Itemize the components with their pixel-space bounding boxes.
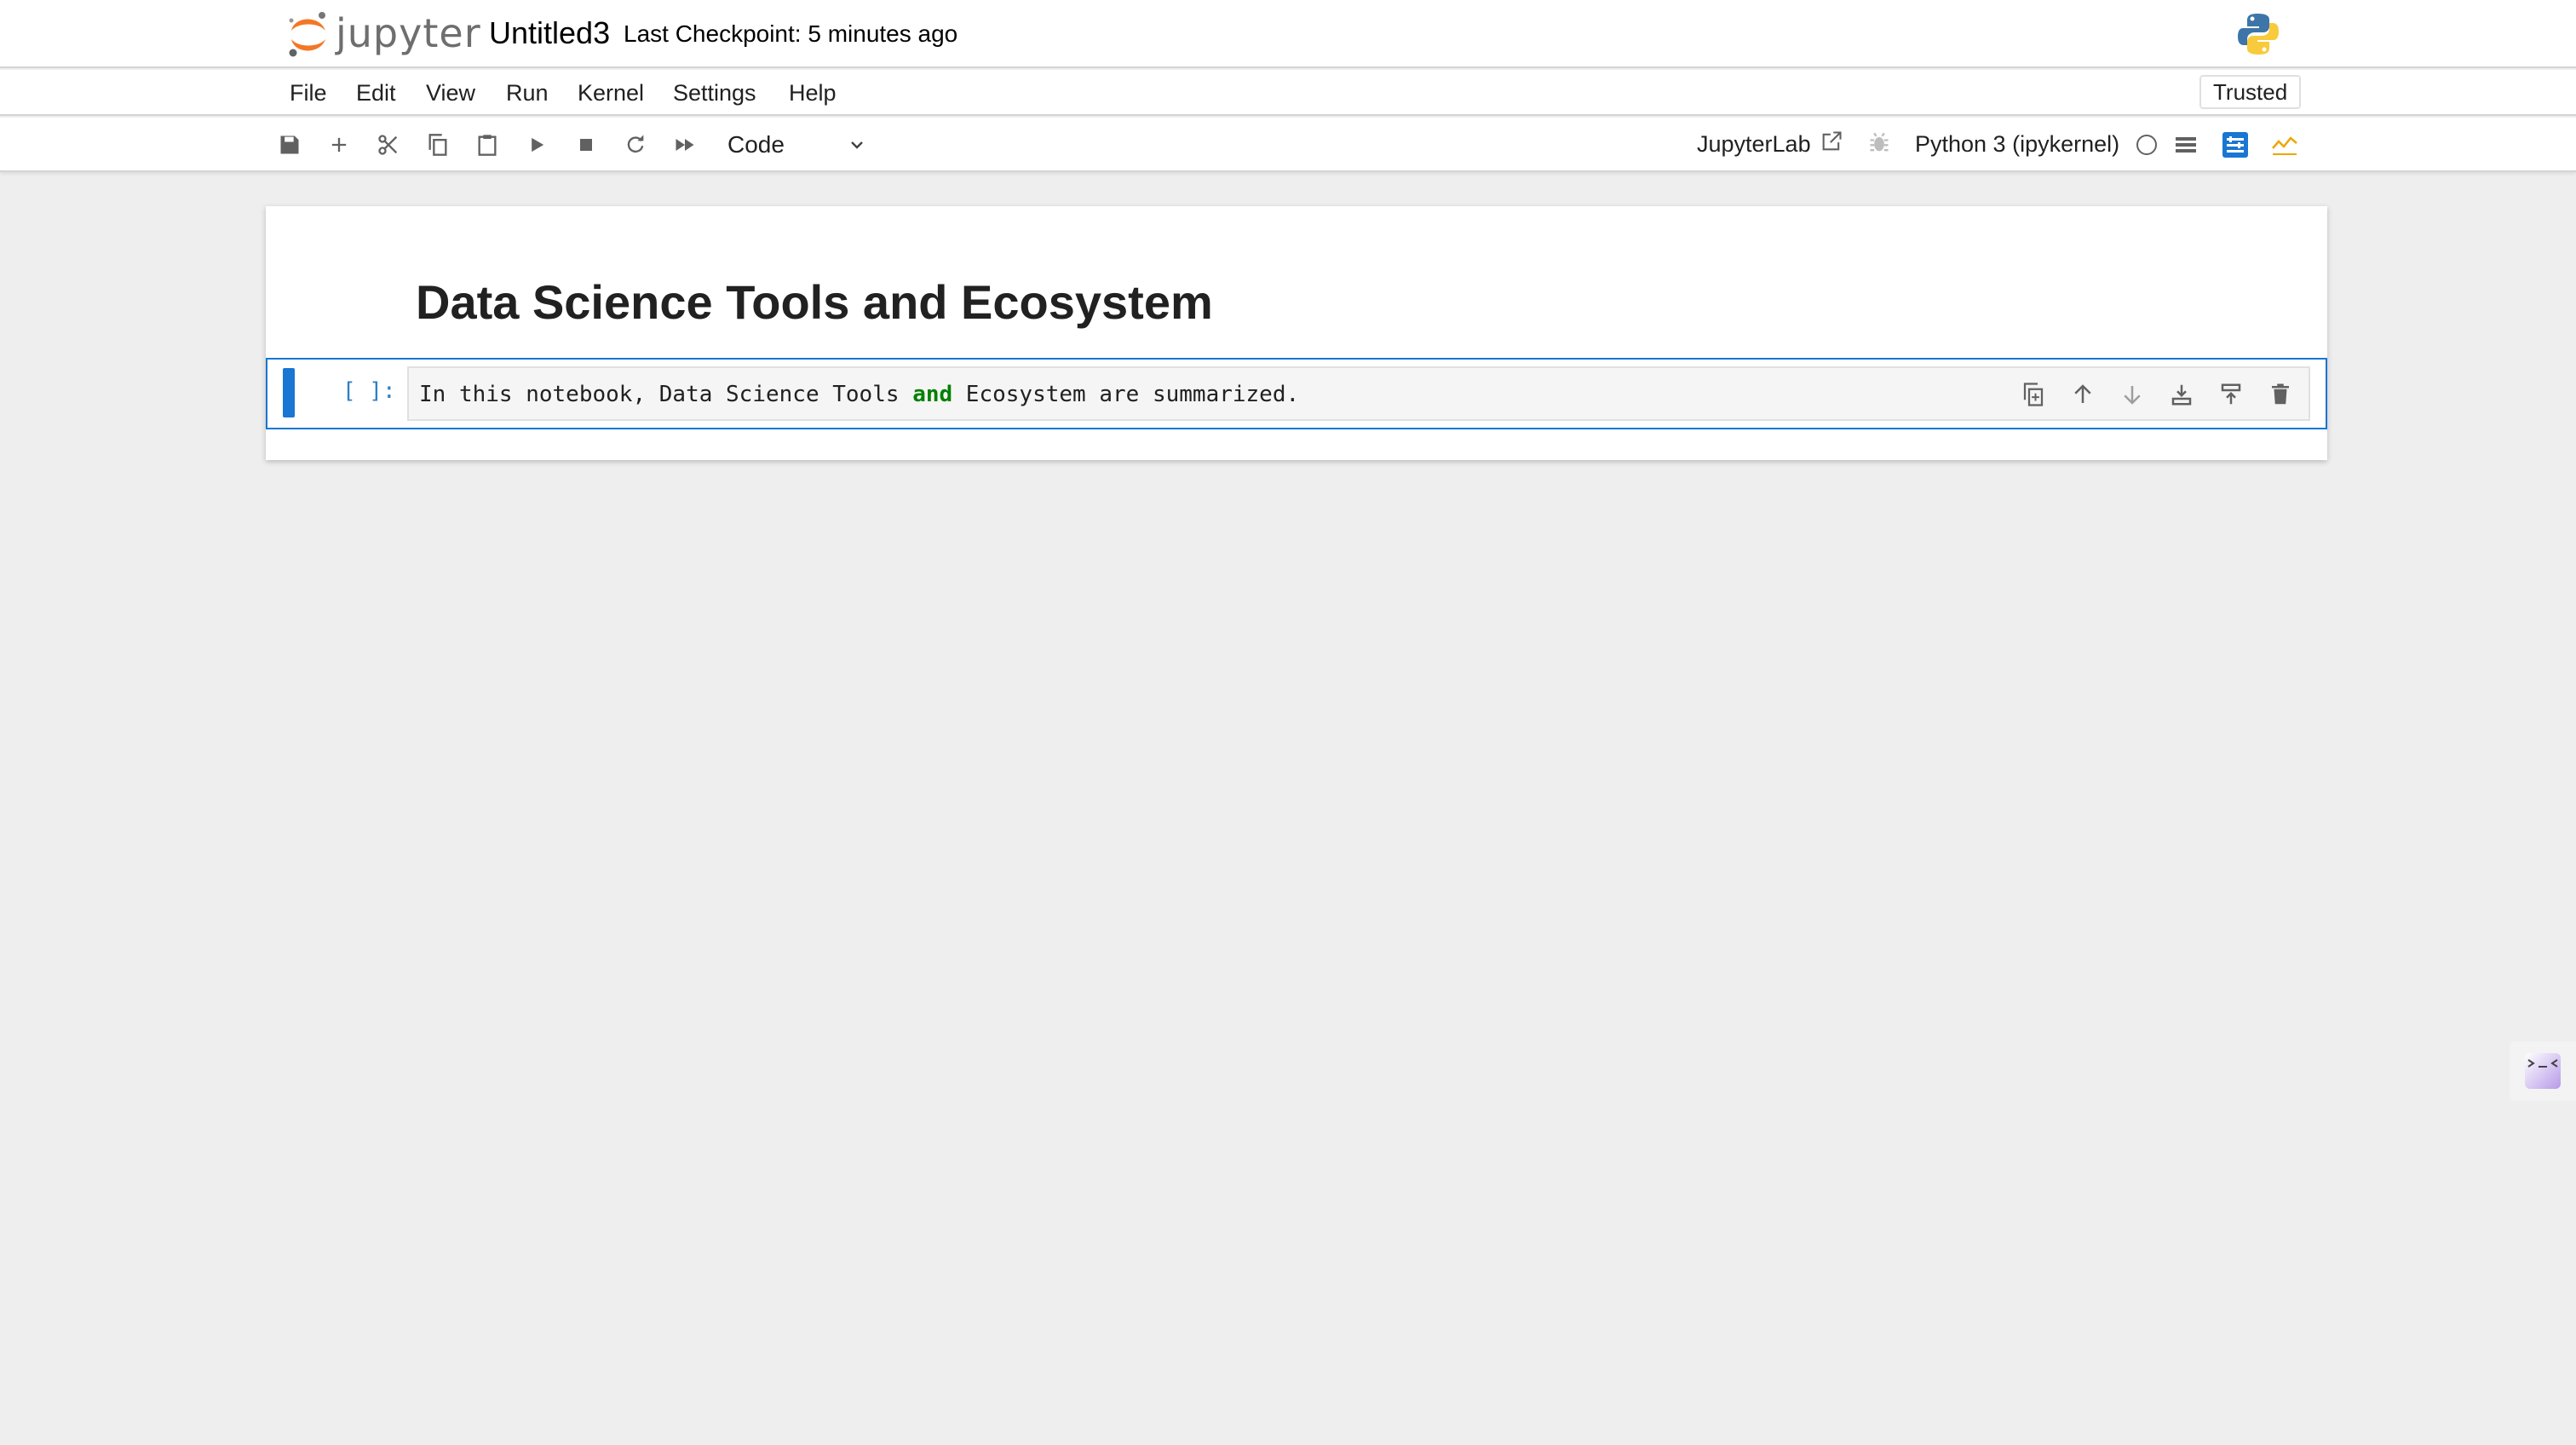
cut-icon [378,135,398,155]
metrics-button[interactable] [2269,130,2300,160]
menu-file[interactable]: File [290,80,327,107]
run-button[interactable] [521,130,552,160]
restart-button[interactable] [620,130,651,160]
duplicate-cell-button[interactable] [2021,382,2051,412]
list-icon [2176,137,2196,153]
move-down-icon [2124,386,2141,405]
right-side-tab[interactable] [2510,1041,2576,1101]
insert-below-button[interactable] [2169,382,2199,412]
paste-button[interactable] [472,130,503,160]
save-button[interactable] [274,130,305,160]
menu-settings[interactable]: Settings [673,80,756,107]
code-keyword: and [912,382,953,407]
property-inspector-icon [2222,132,2248,158]
kernel-name[interactable]: Python 3 (ipykernel) [1915,131,2119,158]
toc-button[interactable] [2171,130,2201,160]
jupyter-logo[interactable]: jupyter [286,9,480,60]
move-up-button[interactable] [2070,382,2101,412]
menu-help[interactable]: Help [789,80,837,107]
python-logo-icon [2238,14,2279,55]
open-jupyterlab-link[interactable]: JupyterLab [1697,131,1811,158]
cell-collapser[interactable] [283,368,295,417]
run-icon [532,137,544,153]
top-header: jupyter Untitled3 Last Checkpoint: 5 min… [0,0,2576,68]
notebook-title[interactable]: Untitled3 [489,15,610,51]
markdown-heading[interactable]: Data Science Tools and Ecosystem [416,274,1213,330]
menu-edit[interactable]: Edit [356,80,396,107]
cell-type-label: Code [727,131,785,158]
external-link-icon [1822,131,1842,151]
insert-above-button[interactable] [2218,382,2249,412]
cell-prompt: [ ]: [342,378,396,404]
move-down-button[interactable] [2119,382,2150,412]
activity-chart-icon [2272,136,2297,155]
menu-view[interactable]: View [426,80,475,107]
jupyter-logo-icon [289,12,325,57]
restart-icon [627,135,644,153]
code-text-after: Ecosystem are summarized. [952,382,1300,407]
interrupt-button[interactable] [571,130,601,160]
move-up-icon [2074,384,2091,403]
debugger-bug-icon[interactable] [1867,131,1891,155]
menu-bar: File Edit View Run Kernel Settings Help … [0,70,2576,116]
cut-button[interactable] [373,130,404,160]
insert-above-icon [2221,383,2241,405]
notebook-panel: Data Science Tools and Ecosystem [ ]: In… [266,206,2327,460]
code-line: In this notebook, Data Science Tools and… [419,382,1299,407]
duplicate-icon [2023,383,2044,406]
add-icon [331,137,347,153]
chat-assistant-icon [2525,1053,2561,1089]
delete-icon [2272,383,2289,405]
property-inspector-button[interactable] [2220,130,2251,160]
code-text-before: In this notebook, Data Science Tools [419,382,913,407]
code-cell[interactable]: [ ]: In this notebook, Data Science Tool… [266,358,2327,429]
restart-run-all-button[interactable] [670,130,700,160]
cell-type-select[interactable]: Code [722,128,867,162]
delete-cell-button[interactable] [2268,382,2298,412]
trusted-button[interactable]: Trusted [2199,75,2302,109]
code-editor[interactable]: In this notebook, Data Science Tools and… [407,366,2310,421]
menu-run[interactable]: Run [506,80,549,107]
logo-text: jupyter [336,10,481,56]
notebook-toolbar: Code JupyterLab Python 3 (ipykernel) [0,118,2576,172]
kernel-status-icon [2136,135,2157,155]
paste-icon [478,135,497,156]
save-icon [280,135,299,154]
copy-button[interactable] [423,130,453,160]
fast-forward-icon [676,139,694,151]
stop-icon [580,139,592,151]
chevron-down-icon [851,141,863,149]
last-checkpoint: Last Checkpoint: 5 minutes ago [624,20,958,47]
copy-icon [428,134,447,156]
insert-below-icon [2171,384,2192,406]
menu-kernel[interactable]: Kernel [578,80,644,107]
insert-cell-button[interactable] [324,130,354,160]
